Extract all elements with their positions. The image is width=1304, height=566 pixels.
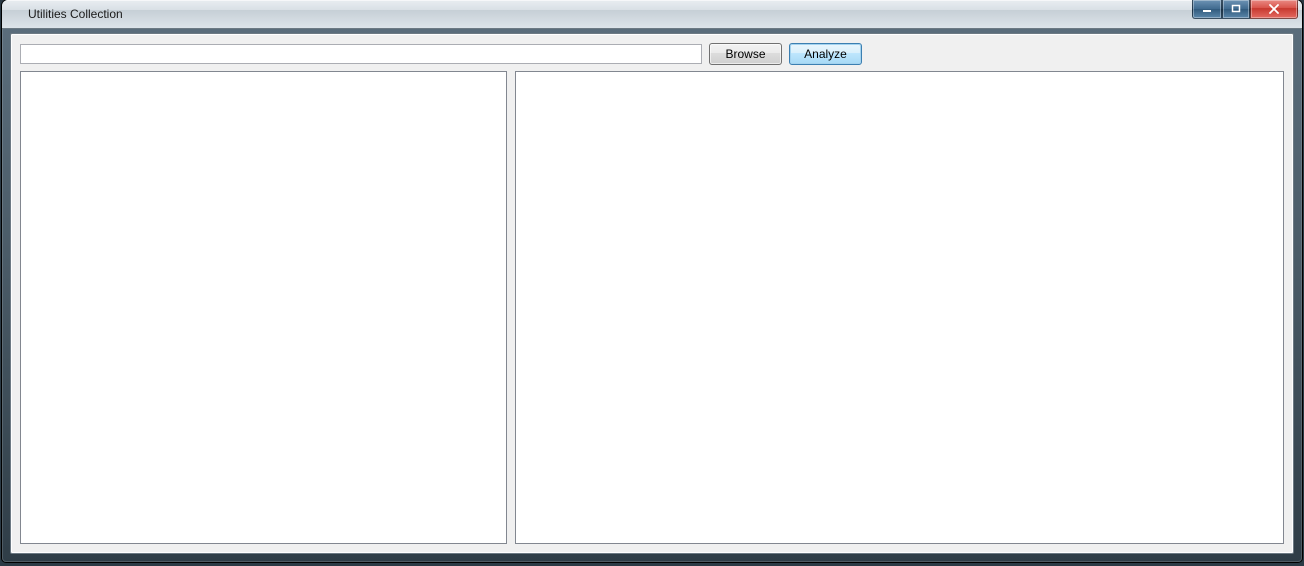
window-title: Utilities Collection [28, 0, 123, 28]
main-panels [20, 71, 1284, 544]
title-bar[interactable]: Utilities Collection [2, 0, 1302, 29]
analyze-button[interactable]: Analyze [789, 43, 862, 65]
minimize-icon [1202, 4, 1212, 14]
path-input[interactable] [20, 44, 702, 64]
app-window: Utilities Collection Browse [2, 0, 1302, 562]
toolbar: Browse Analyze [20, 41, 1284, 66]
window-controls [1192, 0, 1298, 20]
app-icon [2, 0, 26, 28]
right-panel [515, 71, 1284, 544]
close-button[interactable] [1250, 0, 1298, 19]
minimize-button[interactable] [1192, 0, 1222, 19]
left-panel [20, 71, 507, 544]
client-area: Browse Analyze [10, 33, 1294, 554]
maximize-icon [1231, 4, 1241, 14]
browse-button[interactable]: Browse [709, 43, 782, 65]
maximize-button[interactable] [1222, 0, 1250, 19]
close-icon [1268, 4, 1280, 14]
